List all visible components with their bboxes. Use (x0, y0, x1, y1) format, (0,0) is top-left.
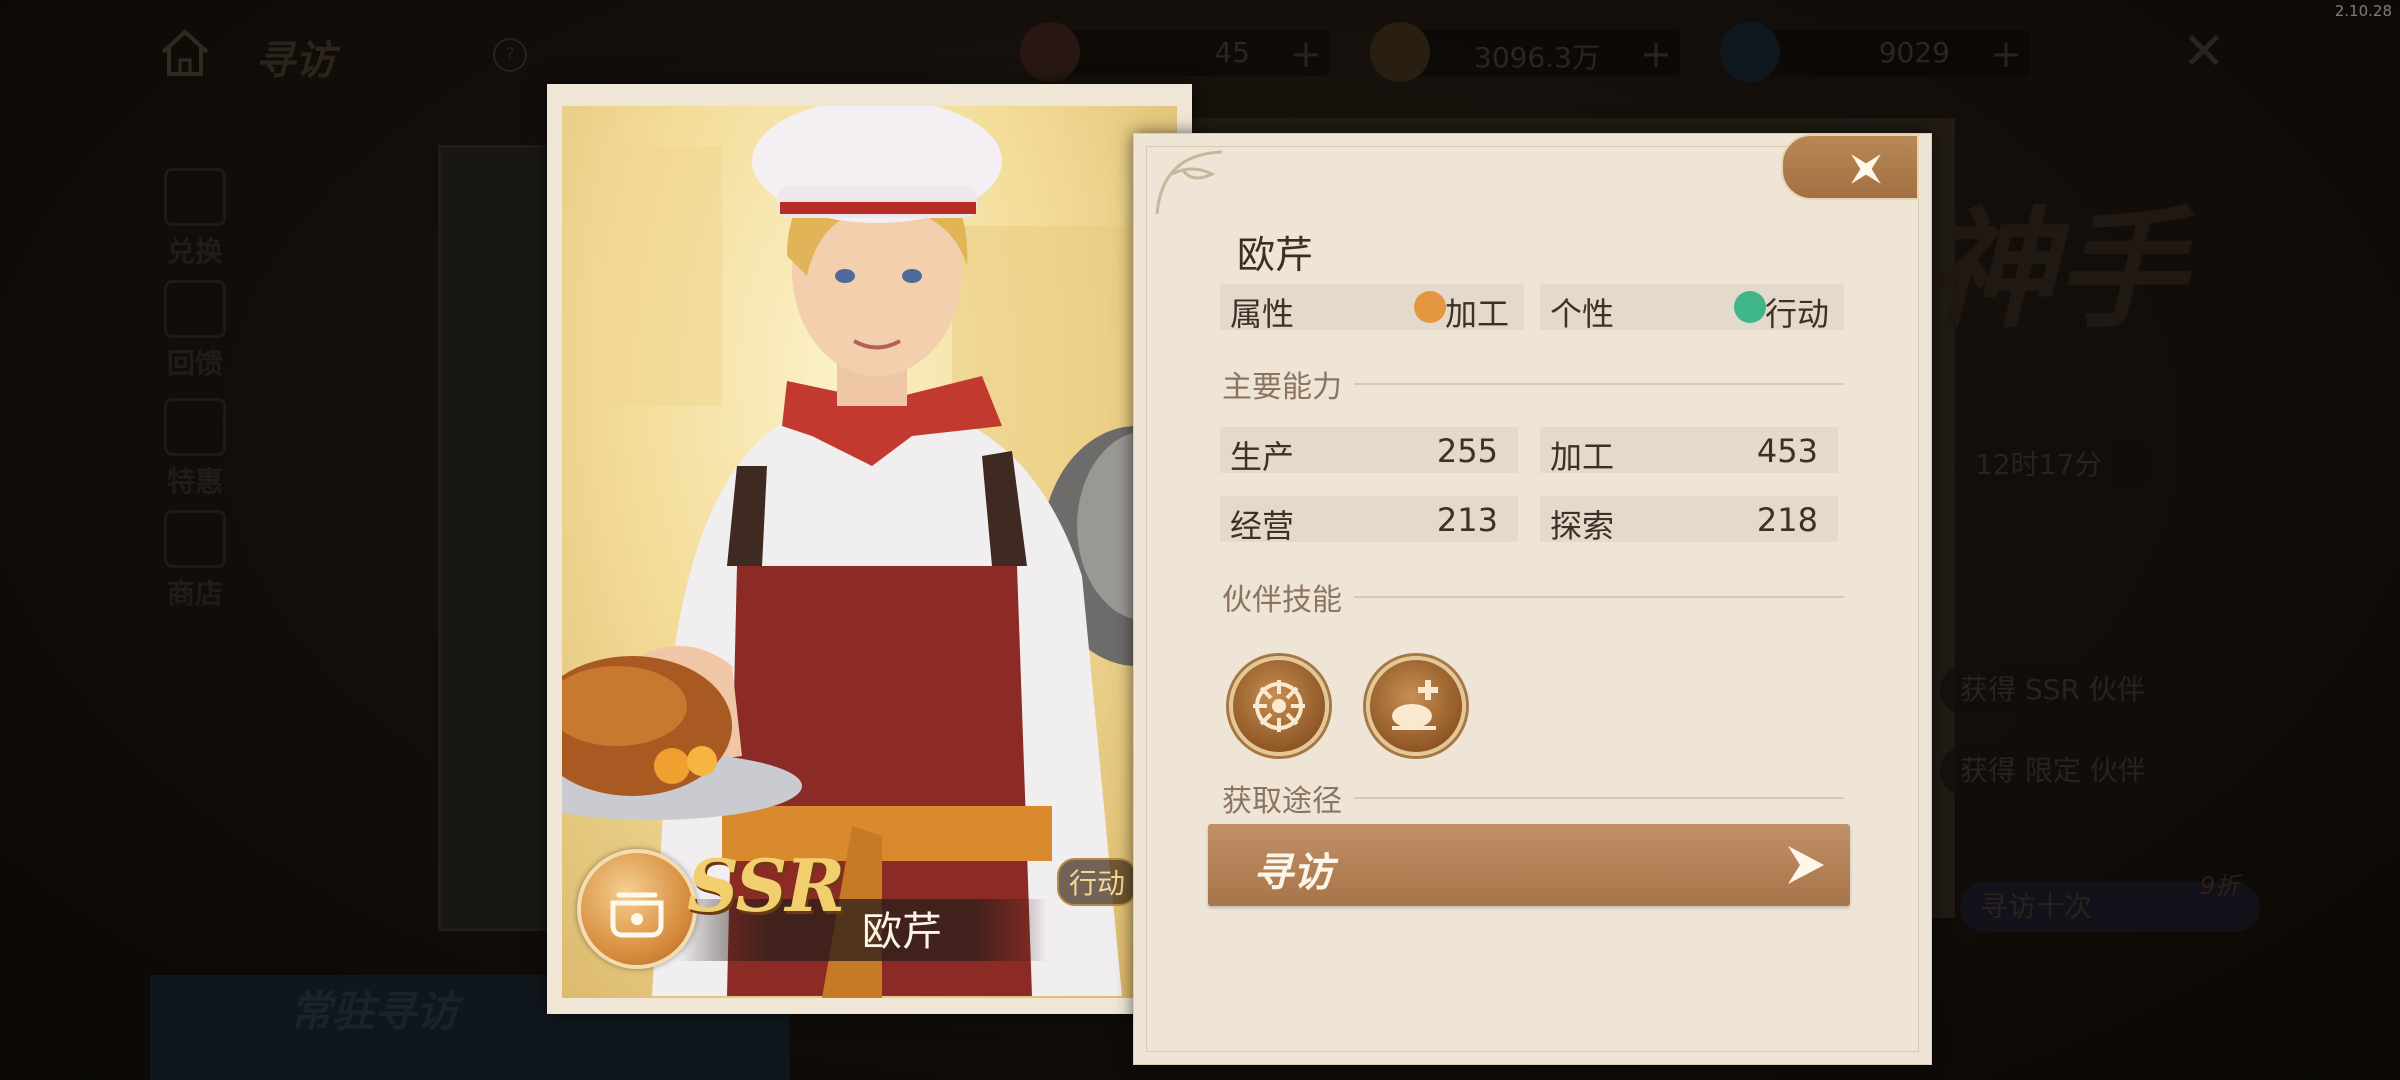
skills-section-title: 伙伴技能 (1222, 583, 1342, 618)
goto-recruit-button[interactable]: 寻访 (1208, 824, 1850, 906)
attribute-row: 属性 加工 (1220, 284, 1524, 333)
personality-value: 行动 (1764, 295, 1829, 333)
goto-recruit-label: 寻访 (1253, 849, 1333, 896)
stat-production: 生产 255 (1220, 427, 1518, 476)
divider (1354, 383, 1844, 385)
close-button[interactable] (1781, 134, 1919, 200)
stat-label: 加工 (1550, 438, 1615, 476)
attribute-value: 加工 (1444, 295, 1509, 333)
stat-value: 255 (1436, 432, 1498, 470)
acquire-section-title: 获取途径 (1222, 784, 1342, 819)
skill-crosshair-wheel[interactable] (1229, 656, 1329, 756)
stat-value: 218 (1756, 501, 1818, 539)
card-character-name: 欧芹 (862, 909, 942, 955)
action-runner-icon (1734, 291, 1766, 323)
processing-pot-icon (1414, 291, 1446, 323)
stat-management: 经营 213 (1220, 496, 1518, 545)
stat-label: 探索 (1550, 507, 1615, 545)
close-star-icon (1851, 154, 1881, 184)
corner-flourish-icon (1155, 150, 1223, 215)
character-name: 欧芹 (1237, 233, 1314, 277)
stat-label: 经营 (1230, 507, 1295, 545)
personality-label: 个性 (1550, 295, 1615, 333)
divider (1354, 797, 1844, 799)
stat-label: 生产 (1230, 438, 1295, 476)
stat-processing: 加工 453 (1540, 427, 1838, 476)
divider (1354, 596, 1844, 598)
arrow-right-icon (1788, 846, 1824, 884)
skill-roast-chicken[interactable] (1366, 656, 1466, 756)
abilities-section-title: 主要能力 (1222, 370, 1342, 405)
character-card: SSR 欧芹 行动 (547, 84, 1192, 1014)
stat-value: 453 (1756, 432, 1818, 470)
personality-tag: 行动 (1057, 858, 1137, 906)
stat-value: 213 (1436, 501, 1498, 539)
rarity-label: SSR (687, 843, 845, 928)
roast-chicken-plus-icon (1392, 680, 1438, 730)
processing-pot-icon (577, 849, 697, 969)
personality-row: 个性 行动 (1540, 284, 1844, 333)
rarity-block: SSR 欧芹 行动 (577, 843, 1137, 969)
stat-exploration: 探索 218 (1540, 496, 1838, 545)
crosshair-wheel-icon (1253, 680, 1305, 732)
character-info-panel: 欧芹 属性 加工 个性 行动 主要能力 生产 255 加工 453 经营 213… (1133, 133, 1932, 1065)
attribute-label: 属性 (1230, 295, 1295, 333)
